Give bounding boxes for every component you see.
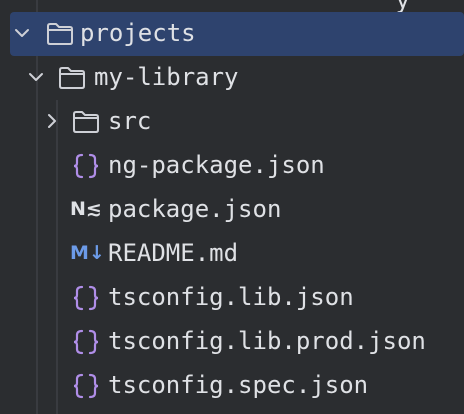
folder-icon	[46, 21, 74, 47]
indent-guide	[36, 0, 38, 12]
folder-icon	[72, 109, 100, 135]
chevron-down-icon[interactable]	[26, 67, 46, 87]
chevron-right-icon[interactable]	[42, 111, 62, 131]
markdown-icon: M↓	[70, 242, 105, 264]
tree-item-ng-package-json[interactable]: ng-package.json	[0, 144, 464, 188]
previous-row-sliver: y	[0, 0, 464, 14]
tree-item-projects[interactable]: projects	[10, 12, 464, 56]
json-braces-icon	[72, 329, 100, 355]
json-braces-icon	[72, 285, 100, 311]
json-braces-icon	[72, 373, 100, 399]
tree-item-tsconfig-spec-json[interactable]: tsconfig.spec.json	[0, 364, 464, 408]
tree-item-src[interactable]: src	[0, 100, 464, 144]
project-tree: y projects my-library src ng-package.jso…	[0, 0, 464, 414]
tree-item-tsconfig-lib-json[interactable]: tsconfig.lib.json	[0, 276, 464, 320]
tree-item-tsconfig-lib-prod-json[interactable]: tsconfig.lib.prod.json	[0, 320, 464, 364]
npm-package-icon: N≲	[70, 198, 102, 220]
tree-item-label: tsconfig.lib.json	[108, 283, 354, 311]
tree-item-my-library[interactable]: my-library	[0, 56, 464, 100]
chevron-down-icon[interactable]	[12, 23, 32, 43]
tree-item-label: tsconfig.spec.json	[108, 371, 369, 399]
tree-item-label: tsconfig.lib.prod.json	[108, 327, 426, 355]
tree-item-readme-md[interactable]: M↓ README.md	[0, 232, 464, 276]
tree-item-label: ng-package.json	[108, 151, 325, 179]
tree-item-package-json[interactable]: N≲ package.json	[0, 188, 464, 232]
folder-icon	[58, 65, 86, 91]
json-braces-icon	[72, 153, 100, 179]
tree-item-label: src	[108, 107, 152, 135]
tree-item-label: projects	[80, 19, 196, 47]
tree-item-label: package.json	[108, 195, 282, 223]
tree-item-label: README.md	[108, 239, 239, 267]
tree-item-label: my-library	[94, 63, 239, 91]
